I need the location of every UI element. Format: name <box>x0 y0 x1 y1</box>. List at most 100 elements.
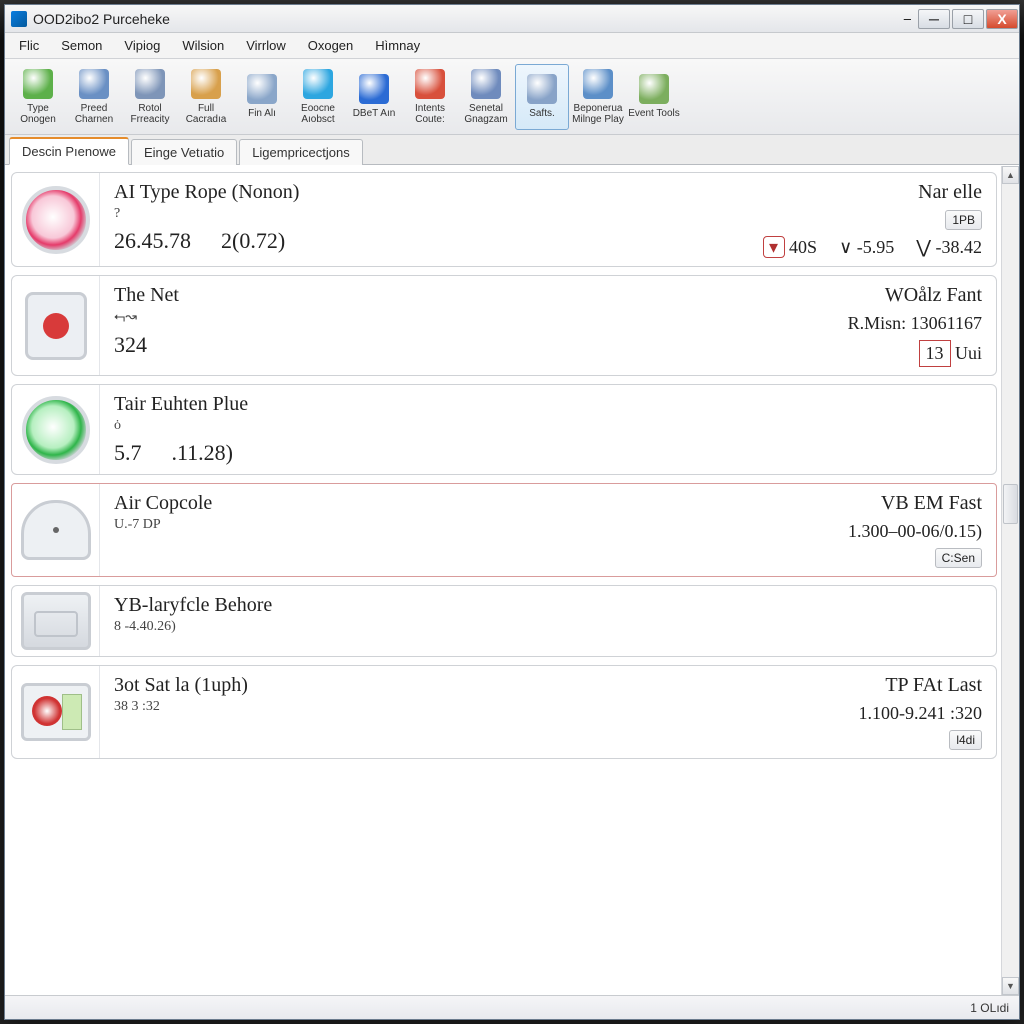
scroll-track[interactable] <box>1002 184 1019 977</box>
menu-wilsion[interactable]: Wilsion <box>172 35 234 56</box>
tab-2[interactable]: Ligempricectjons <box>239 139 363 165</box>
stat-badge-icon: ▾ <box>763 236 785 258</box>
stat-value: ⋁ -38.42 <box>916 237 982 258</box>
toolbar-btn-5[interactable]: Eoocne Aıobsct <box>291 64 345 130</box>
panel-box-value: 13 <box>919 340 951 367</box>
menu-semon[interactable]: Semon <box>51 35 112 56</box>
panel-title: AI Type Rope (Nonon) <box>114 181 299 204</box>
panel-right: WOålz FantR.Misn: 1306116713 Uui <box>848 284 982 367</box>
panel-right-line: 1.300–00-06/0.15) <box>848 521 982 542</box>
maximize-button[interactable]: □ <box>952 9 984 29</box>
gauge-icon <box>12 385 100 474</box>
toolbar-label: Eoocne Aıobsct <box>292 103 344 125</box>
menu-flic[interactable]: Flic <box>9 35 49 56</box>
panel-1[interactable]: The Net⮢↝324WOålz FantR.Misn: 1306116713… <box>11 275 997 376</box>
panel-small-button[interactable]: 1PB <box>945 210 982 230</box>
panel-body: Tair Euhten Plueȯ5.7.11.28) <box>100 385 996 474</box>
panel-right-line: 1.100-9.241 :320 <box>859 703 983 724</box>
menu-virrlow[interactable]: Virrlow <box>236 35 296 56</box>
panel-sub: U.-7 DP <box>114 517 212 533</box>
toolbar-icon <box>359 74 389 104</box>
panel-title: Tair Euhten Plue <box>114 393 248 416</box>
panel-5[interactable]: 3ot Sat la (1uph)38 3 :32TP FAt Last1.10… <box>11 665 997 759</box>
panel-body: AI Type Rope (Nonon)?26.45.782(0.72)Nar … <box>100 173 996 266</box>
toolbar-icon <box>639 74 669 104</box>
toolbar-icon <box>23 69 53 99</box>
panel-title: The Net <box>114 284 179 307</box>
toolbar-label: Fin Alı <box>248 108 276 119</box>
panel-sub: ⮢↝ <box>114 309 179 326</box>
panel-right-title: VB EM Fast <box>881 492 982 515</box>
status-bar: 1 OLıdi <box>5 995 1019 1019</box>
panel-action-button[interactable]: l4di <box>949 730 982 750</box>
gauge-icon <box>12 666 100 758</box>
toolbar-icon <box>583 69 613 99</box>
close-button[interactable]: X <box>986 9 1018 29</box>
toolbar-btn-6[interactable]: DBeT Aın <box>347 64 401 130</box>
toolbar-btn-3[interactable]: Full Cacradıa <box>179 64 233 130</box>
panel-body: The Net⮢↝324WOålz FantR.Misn: 1306116713… <box>100 276 996 375</box>
panel-2[interactable]: Tair Euhten Plueȯ5.7.11.28) <box>11 384 997 475</box>
content-area: AI Type Rope (Nonon)?26.45.782(0.72)Nar … <box>5 165 1019 995</box>
toolbar-btn-0[interactable]: Type Onogen <box>11 64 65 130</box>
menu-vipiog[interactable]: Vipiog <box>114 35 170 56</box>
toolbar-label: Safts. <box>529 108 555 119</box>
toolbar-btn-8[interactable]: Senetal Gnagzam <box>459 64 513 130</box>
menu-hìmnay[interactable]: Hìmnay <box>365 35 430 56</box>
tab-bar: Descin PıenoweEinge VetıatioLigempricect… <box>5 135 1019 165</box>
toolbar-label: DBeT Aın <box>353 108 396 119</box>
panel-right-title: TP FAt Last <box>885 674 982 697</box>
menubar: FlicSemonVipiogWilsionVirrlowOxogenHìmna… <box>5 33 1019 59</box>
panel-right: TP FAt Last 1.100-9.241 :320 l4di <box>859 674 983 750</box>
gauge-icon <box>12 276 100 375</box>
stat-value: ▾ 40S <box>763 236 818 258</box>
toolbar-btn-4[interactable]: Fin Alı <box>235 64 289 130</box>
panel-sub: ? <box>114 206 299 222</box>
panel-body: YB-laryfcle Behore 8 -4.40.26) <box>100 586 996 656</box>
panel-0[interactable]: AI Type Rope (Nonon)?26.45.782(0.72)Nar … <box>11 172 997 267</box>
app-window: OOD2ibo2 Purceheke – ─ □ X FlicSemonVipi… <box>4 4 1020 1020</box>
panel-title: Air Copcole <box>114 492 212 515</box>
toolbar-icon <box>471 69 501 99</box>
window-title: OOD2ibo2 Purceheke <box>33 11 904 27</box>
panel-body: Air Copcole U.-7 DP VB EM Fast 1.300–00-06/… <box>100 484 996 576</box>
toolbar-label: Senetal Gnagzam <box>460 103 512 125</box>
toolbar-btn-10[interactable]: Beponerua Milnge Play <box>571 64 625 130</box>
panel-title: YB-laryfcle Behore <box>114 594 272 617</box>
panel-right: VB EM Fast 1.300–00-06/0.15) C:Sen <box>848 492 982 568</box>
tab-1[interactable]: Einge Vetıatio <box>131 139 237 165</box>
toolbar-label: Type Onogen <box>12 103 64 125</box>
toolbar-icon <box>415 69 445 99</box>
menu-oxogen[interactable]: Oxogen <box>298 35 364 56</box>
panel-sub: 8 -4.40.26) <box>114 619 272 635</box>
gauge-icon <box>12 586 100 656</box>
panel-right: Nar elle1PB▾ 40S∨ -5.95⋁ -38.42 <box>763 181 982 258</box>
toolbar-btn-2[interactable]: Rotol Frreacity <box>123 64 177 130</box>
scroll-up-button[interactable]: ▲ <box>1002 166 1019 184</box>
panel-sub: ȯ <box>114 418 248 434</box>
app-icon <box>11 11 27 27</box>
panel-title: 3ot Sat la (1uph) <box>114 674 248 697</box>
toolbar-label: Beponerua Milnge Play <box>572 103 624 125</box>
toolbar-btn-9[interactable]: Safts. <box>515 64 569 130</box>
panel-right-line: R.Misn: 13061167 <box>848 313 982 334</box>
panel-right-title: Nar elle <box>918 181 982 204</box>
toolbar-btn-11[interactable]: Event Tools <box>627 64 681 130</box>
panel-body: 3ot Sat la (1uph)38 3 :32TP FAt Last1.10… <box>100 666 996 758</box>
scroll-down-button[interactable]: ▼ <box>1002 977 1019 995</box>
gauge-icon <box>12 484 100 576</box>
panel-3[interactable]: Air Copcole U.-7 DP VB EM Fast 1.300–00-06/… <box>11 483 997 577</box>
panel-values: 324 <box>114 332 179 358</box>
vertical-scrollbar[interactable]: ▲ ▼ <box>1001 166 1019 995</box>
panel-action-button[interactable]: C:Sen <box>935 548 982 568</box>
toolbar-label: Intents Coute: <box>404 103 456 125</box>
minimize-button[interactable]: ─ <box>918 9 950 29</box>
toolbar-icon <box>247 74 277 104</box>
panel-list: AI Type Rope (Nonon)?26.45.782(0.72)Nar … <box>5 166 1001 995</box>
scroll-thumb[interactable] <box>1003 484 1018 524</box>
panel-4[interactable]: YB-laryfcle Behore 8 -4.40.26) <box>11 585 997 657</box>
toolbar-btn-1[interactable]: Preed Charnen <box>67 64 121 130</box>
toolbar-label: Preed Charnen <box>68 103 120 125</box>
tab-0[interactable]: Descin Pıenowe <box>9 137 129 165</box>
toolbar-btn-7[interactable]: Intents Coute: <box>403 64 457 130</box>
